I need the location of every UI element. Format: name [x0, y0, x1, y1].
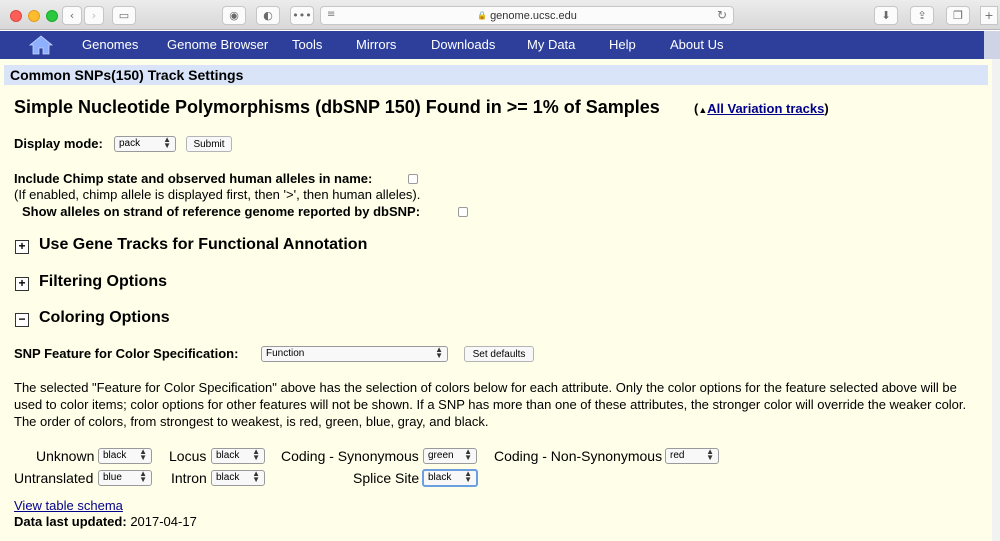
address-bar[interactable]: ≡ 🔒 genome.ucsc.edu ↻ [320, 6, 734, 25]
set-defaults-button[interactable]: Set defaults [464, 346, 534, 362]
updated-value: 2017-04-17 [130, 514, 197, 529]
submit-button[interactable]: Submit [186, 136, 232, 152]
variation-link-group: (▲All Variation tracks) [694, 101, 829, 116]
chimp-label: Include Chimp state and observed human a… [14, 171, 373, 186]
all-variation-tracks-link[interactable]: All Variation tracks [707, 101, 824, 116]
attr-label-locus: Locus [169, 448, 207, 464]
attr-select-unknown[interactable]: black ▲ ▼ [98, 448, 152, 464]
attr-value: green [428, 450, 454, 461]
strand-label: Show alleles on strand of reference geno… [22, 204, 421, 219]
nav-downloads[interactable]: Downloads [431, 37, 495, 52]
scrollbar-grip[interactable] [984, 31, 1000, 59]
sidebar-icon[interactable]: ▭ [112, 6, 136, 25]
top-nav: Genomes Genome Browser Tools Mirrors Dow… [0, 31, 1000, 59]
updown-icon: ▲ ▼ [464, 447, 472, 462]
nav-tools[interactable]: Tools [292, 37, 322, 52]
zoom-window-button[interactable] [46, 10, 58, 22]
display-mode-value: pack [119, 138, 141, 149]
privacy-icon[interactable]: ◐ [256, 6, 280, 25]
forward-icon[interactable]: › [84, 6, 104, 25]
scrollbar[interactable] [992, 59, 1000, 541]
attr-label-unknown: Unknown [36, 448, 95, 464]
attr-value: black [216, 472, 240, 483]
page-title: Simple Nucleotide Polymorphisms (dbSNP 1… [14, 97, 660, 117]
back-icon[interactable]: ‹ [62, 6, 82, 25]
attr-value: blue [103, 472, 122, 483]
nav-help[interactable]: Help [609, 37, 636, 52]
color-description: The selected "Feature for Color Specific… [14, 380, 967, 429]
attr-label-splice-site: Splice Site [353, 470, 420, 486]
gene-tracks-section-title[interactable]: Use Gene Tracks for Functional Annotatio… [39, 236, 367, 254]
close-window-button[interactable] [10, 10, 22, 22]
browser-toolbar: ‹ › ▭ ◉ ◐ ••• ≡ 🔒 genome.ucsc.edu ↻ ⬇ ⇪ … [0, 0, 1000, 30]
filtering-section-title[interactable]: Filtering Options [39, 273, 167, 291]
attr-label-intron: Intron [171, 470, 207, 486]
attr-value: black [428, 472, 452, 483]
nav-my-data[interactable]: My Data [527, 37, 575, 52]
color-spec-select[interactable]: Function ▲ ▼ [261, 346, 448, 362]
chimp-note: (If enabled, chimp allele is displayed f… [14, 187, 421, 202]
nav-genomes[interactable]: Genomes [82, 37, 138, 52]
paren-close: ) [824, 101, 829, 116]
color-spec-value: Function [266, 348, 305, 359]
attr-label-untranslated: Untranslated [14, 470, 94, 486]
page-body [0, 59, 992, 541]
updown-icon: ▲ ▼ [252, 447, 260, 462]
track-settings-header: Common SNPs(150) Track Settings [4, 65, 988, 85]
attr-value: black [103, 450, 127, 461]
schema-link-wrap: View table schema [14, 498, 123, 513]
updown-icon: ▲ ▼ [139, 469, 147, 484]
view-table-schema-link[interactable]: View table schema [14, 498, 123, 513]
url-text: genome.ucsc.edu [490, 9, 577, 22]
home-icon[interactable] [28, 35, 54, 55]
color-spec-label: SNP Feature for Color Specification: [14, 346, 239, 361]
attr-value: red [670, 450, 685, 461]
expand-gene-tracks-toggle[interactable]: + [15, 240, 29, 254]
lock-icon: 🔒 [477, 11, 488, 20]
updown-icon: ▲ ▼ [252, 469, 260, 484]
updated-label: Data last updated: [14, 514, 127, 529]
updown-icon: ▲ ▼ [464, 469, 472, 484]
updown-icon: ▲ ▼ [139, 447, 147, 462]
reader-icon[interactable]: ≡ [327, 9, 335, 20]
tabs-icon[interactable]: ❐ [946, 6, 970, 25]
nav-about-us[interactable]: About Us [670, 37, 723, 52]
reload-icon[interactable]: ↻ [717, 8, 727, 22]
display-mode-select[interactable]: pack ▲ ▼ [114, 136, 176, 152]
new-tab-icon[interactable]: + [980, 6, 998, 25]
attr-select-locus[interactable]: black ▲ ▼ [211, 448, 265, 464]
attr-select-coding-synonymous[interactable]: green ▲ ▼ [423, 448, 477, 464]
up-arrow-icon: ▲ [698, 105, 708, 115]
share-icon[interactable]: ⇪ [910, 6, 934, 25]
coloring-section-title[interactable]: Coloring Options [39, 309, 170, 327]
nav-genome-browser[interactable]: Genome Browser [167, 37, 268, 52]
data-updated: Data last updated: 2017-04-17 [14, 514, 197, 529]
attr-value: black [216, 450, 240, 461]
attr-select-coding-non-synonymous[interactable]: red ▲ ▼ [665, 448, 719, 464]
attr-select-splice-site[interactable]: black ▲ ▼ [422, 469, 478, 487]
nav-mirrors[interactable]: Mirrors [356, 37, 396, 52]
attr-label-coding-synonymous: Coding - Synonymous [281, 448, 419, 464]
attr-select-untranslated[interactable]: blue ▲ ▼ [98, 470, 152, 486]
collapse-coloring-toggle[interactable]: − [15, 313, 29, 327]
extension-icon[interactable]: ◉ [222, 6, 246, 25]
attr-select-intron[interactable]: black ▲ ▼ [211, 470, 265, 486]
strand-checkbox[interactable] [458, 207, 468, 217]
attr-label-coding-non-synonymous: Coding - Non-Synonymous [494, 448, 663, 464]
updown-icon: ▲ ▼ [435, 345, 443, 360]
more-icon[interactable]: ••• [290, 6, 314, 25]
updown-icon: ▲ ▼ [163, 135, 171, 150]
expand-filtering-toggle[interactable]: + [15, 277, 29, 291]
display-mode-label: Display mode: [14, 136, 103, 151]
minimize-window-button[interactable] [28, 10, 40, 22]
chimp-checkbox[interactable] [408, 174, 418, 184]
download-icon[interactable]: ⬇ [874, 6, 898, 25]
updown-icon: ▲ ▼ [706, 447, 714, 462]
